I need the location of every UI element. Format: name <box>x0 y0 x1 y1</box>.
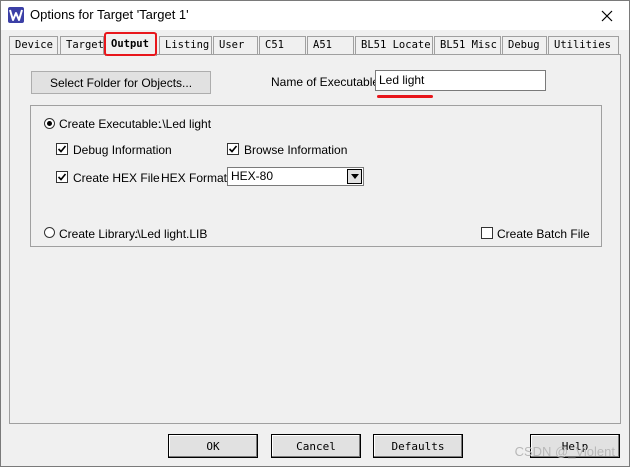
cancel-button[interactable]: Cancel <box>271 434 361 458</box>
watermark-text: CSDN @_Violent <box>514 444 615 459</box>
tab-c51[interactable]: C51 <box>259 36 306 54</box>
hex-format-label: HEX Format: <box>161 171 231 185</box>
tab-user[interactable]: User <box>213 36 258 54</box>
create-hex-checkbox[interactable] <box>56 171 68 183</box>
defaults-button[interactable]: Defaults <box>373 434 463 458</box>
tab-strip: Device Target Output Listing User C51 A5… <box>9 33 621 56</box>
debug-information-label: Debug Information <box>73 143 172 157</box>
name-of-executable-label: Name of Executable: <box>271 75 383 89</box>
tab-a51[interactable]: A51 <box>307 36 354 54</box>
create-library-label: Create Library: <box>59 227 139 241</box>
dropdown-arrow-button[interactable] <box>347 169 362 184</box>
browse-information-label: Browse Information <box>244 143 348 157</box>
options-dialog: Options for Target 'Target 1' Device Tar… <box>0 0 630 467</box>
name-of-executable-input[interactable]: Led light <box>375 70 546 91</box>
debug-information-checkbox[interactable] <box>56 143 68 155</box>
create-executable-label: Create Executable: <box>59 117 162 131</box>
create-executable-path: .\Led light <box>159 117 212 131</box>
close-button[interactable] <box>585 1 629 30</box>
tab-bl51-locate[interactable]: BL51 Locate <box>355 36 433 54</box>
close-icon[interactable] <box>601 10 613 22</box>
create-batch-checkbox[interactable] <box>481 227 493 239</box>
tab-target[interactable]: Target <box>60 36 104 54</box>
browse-information-checkbox[interactable] <box>227 143 239 155</box>
hex-format-select[interactable]: HEX-80 <box>227 167 364 186</box>
chevron-down-icon <box>350 174 359 179</box>
create-hex-label: Create HEX File <box>73 171 160 185</box>
hex-format-value: HEX-80 <box>231 169 274 183</box>
create-batch-label: Create Batch File <box>497 227 590 241</box>
tab-debug[interactable]: Debug <box>502 36 547 54</box>
select-folder-button[interactable]: Select Folder for Objects... <box>31 71 211 94</box>
checkmark-icon <box>57 145 67 153</box>
window-title: Options for Target 'Target 1' <box>30 7 189 22</box>
red-underline-annotation <box>377 95 433 98</box>
tab-output[interactable]: Output <box>105 33 157 56</box>
create-library-path: .\Led light.LIB <box>134 227 208 241</box>
create-executable-radio[interactable] <box>44 118 55 129</box>
tab-device[interactable]: Device <box>9 36 58 54</box>
tab-bl51-misc[interactable]: BL51 Misc <box>434 36 501 54</box>
keil-logo-icon <box>8 7 24 23</box>
tab-utilities[interactable]: Utilities <box>548 36 619 54</box>
ok-button[interactable]: OK <box>168 434 258 458</box>
radio-selected-dot <box>47 121 52 126</box>
title-bar[interactable]: Options for Target 'Target 1' <box>1 1 629 30</box>
checkmark-icon <box>228 145 238 153</box>
checkmark-icon <box>57 173 67 181</box>
create-library-radio[interactable] <box>44 227 55 238</box>
tab-listing[interactable]: Listing <box>159 36 212 54</box>
